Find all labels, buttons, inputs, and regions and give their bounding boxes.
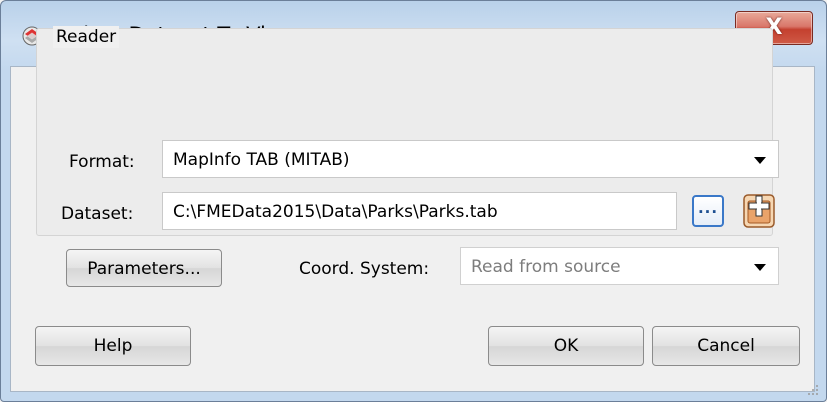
format-dropdown[interactable]: MapInfo TAB (MITAB)	[162, 140, 779, 178]
cancel-button-label: Cancel	[697, 336, 755, 356]
format-label: Format:	[69, 152, 135, 172]
browse-button[interactable]: ...	[692, 195, 724, 227]
resize-grip-icon[interactable]	[807, 384, 819, 396]
coord-system-value: Read from source	[471, 257, 621, 277]
dataset-value: C:\FMEData2015\Data\Parks\Parks.tab	[173, 202, 498, 222]
dataset-label: Dataset:	[61, 204, 134, 224]
cancel-button[interactable]: Cancel	[652, 326, 800, 366]
help-button-label: Help	[93, 336, 133, 356]
ellipsis-icon: ...	[697, 199, 719, 217]
chevron-down-icon	[754, 264, 766, 271]
parameters-button-label: Parameters...	[87, 259, 201, 279]
add-dataset-icon[interactable]	[742, 193, 776, 229]
format-value: MapInfo TAB (MITAB)	[173, 150, 350, 170]
ok-button-label: OK	[553, 336, 579, 356]
ok-button[interactable]: OK	[488, 326, 644, 366]
reader-group-title: Reader	[53, 26, 120, 48]
coord-system-dropdown[interactable]: Read from source	[460, 247, 779, 285]
parameters-button[interactable]: Parameters...	[66, 249, 222, 287]
coord-system-label: Coord. System:	[299, 259, 430, 279]
dataset-field[interactable]: C:\FMEData2015\Data\Parks\Parks.tab	[162, 192, 677, 230]
help-button[interactable]: Help	[35, 326, 191, 366]
chevron-down-icon	[754, 157, 766, 164]
